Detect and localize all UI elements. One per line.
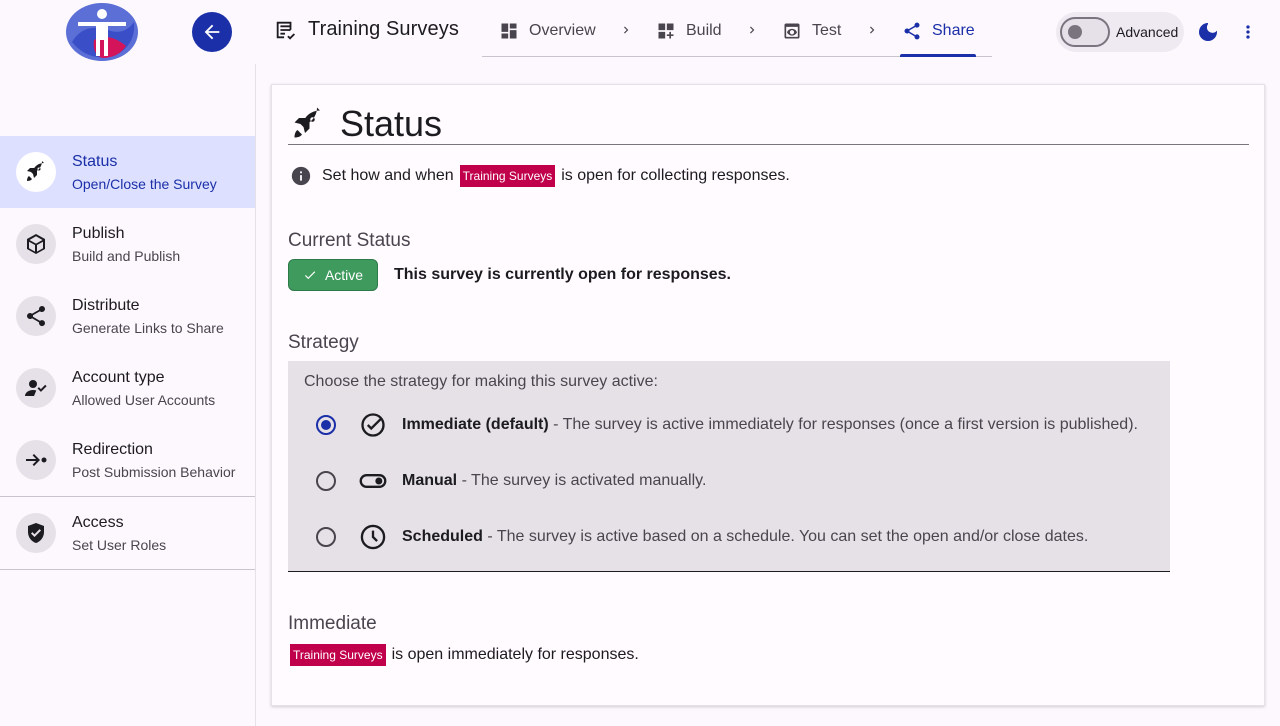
status-badge: Active [288, 259, 378, 291]
top-app-bar: Training Surveys Overview Build Test Sha… [0, 0, 1280, 64]
survey-icon [276, 21, 295, 40]
more-vert-icon [1246, 25, 1250, 39]
clock-icon [358, 522, 388, 552]
option-name: Manual [402, 472, 458, 489]
sidebar-item-title: Publish [72, 225, 125, 242]
sidebar-item-subtitle: Generate Links to Share [72, 320, 224, 336]
tab-build[interactable]: Build [656, 16, 722, 46]
status-badge-label: Active [324, 267, 364, 283]
check-circle-icon [358, 410, 388, 440]
advanced-toggle[interactable]: Advanced [1056, 12, 1184, 52]
status-message: This survey is currently open for respon… [394, 266, 731, 283]
survey-name-chip: Training Surveys [459, 165, 556, 187]
back-button[interactable] [192, 12, 232, 52]
strategy-option-scheduled[interactable]: Scheduled - The survey is active based o… [316, 522, 1088, 552]
sidebar-item-access[interactable]: Access Set User Roles [0, 497, 255, 569]
share-icon [16, 296, 56, 336]
sidebar-item-title: Status [72, 153, 118, 170]
tab-share[interactable]: Share [902, 16, 975, 46]
sidebar-item-subtitle: Set User Roles [72, 537, 167, 553]
arrow-left-icon [204, 24, 220, 40]
current-status-title: Current Status [288, 230, 411, 251]
sidebar-item-redirection[interactable]: Redirection Post Submission Behavior [0, 424, 255, 496]
strategy-option-manual[interactable]: Manual - The survey is activated manuall… [316, 466, 706, 496]
tab-overview-label: Overview [529, 22, 596, 39]
active-tab-indicator [900, 54, 976, 57]
immediate-suffix: is open immediately for responses. [391, 646, 639, 663]
toggle-icon [358, 466, 388, 496]
option-text: Scheduled - The survey is active based o… [402, 528, 1088, 546]
dashboard-icon [501, 23, 517, 39]
rocket-icon [16, 152, 56, 192]
immediate-title: Immediate [288, 613, 377, 634]
sidebar-item-subtitle: Post Submission Behavior [72, 464, 236, 480]
redirect-icon [16, 440, 56, 480]
sidebar-item-status[interactable]: Status Open/Close the Survey [0, 136, 255, 208]
info-prefix: Set how and when [322, 167, 454, 184]
dashboard-add-icon [658, 23, 674, 39]
tab-build-label: Build [686, 22, 722, 39]
info-suffix: is open for collecting responses. [561, 167, 790, 184]
sidebar-item-subtitle: Open/Close the Survey [72, 176, 217, 192]
option-desc: - The survey is active based on a schedu… [482, 528, 1089, 545]
option-desc: - The survey is active immediately for r… [548, 416, 1138, 433]
strategy-title: Strategy [288, 332, 359, 353]
info-line: Set how and when Training Surveys is ope… [290, 165, 790, 187]
sidebar-item-title: Access [72, 514, 124, 531]
sidebar-divider [0, 569, 255, 570]
chevron-right-icon [750, 26, 755, 34]
more-menu-button[interactable] [1238, 20, 1258, 49]
rocket-icon [294, 107, 320, 138]
strategy-panel: Choose the strategy for making this surv… [288, 361, 1170, 572]
option-name: Scheduled [402, 528, 483, 545]
radio-scheduled[interactable] [316, 527, 336, 547]
preview-icon [784, 23, 800, 39]
sidebar: Status Open/Close the Survey Publish Bui… [0, 64, 256, 726]
sidebar-item-title: Redirection [72, 441, 153, 458]
chevron-right-icon [870, 26, 875, 34]
option-text: Manual - The survey is activated manuall… [402, 472, 706, 490]
share-icon [904, 22, 920, 40]
info-icon [291, 166, 311, 186]
check-icon [304, 271, 316, 280]
page-heading: Status [290, 103, 442, 145]
tab-share-label: Share [932, 22, 975, 39]
app-logo[interactable] [64, 2, 140, 62]
step-navigation: Overview Build Test Share [482, 6, 992, 57]
radio-immediate[interactable] [316, 415, 336, 435]
page-title: Status [340, 103, 443, 144]
app-title: Training Surveys [308, 18, 459, 40]
person-check-icon [16, 368, 56, 408]
sidebar-item-subtitle: Build and Publish [72, 248, 181, 264]
sidebar-item-account-type[interactable]: Account type Allowed User Accounts [0, 352, 255, 424]
app-title-group: Training Surveys [274, 18, 459, 41]
radio-manual[interactable] [316, 471, 336, 491]
strategy-prompt: Choose the strategy for making this surv… [304, 373, 658, 390]
strategy-option-immediate[interactable]: Immediate (default) - The survey is acti… [316, 410, 1138, 440]
sidebar-item-subtitle: Allowed User Accounts [72, 392, 216, 408]
immediate-line: Training Surveys is open immediately for… [290, 644, 639, 666]
advanced-switch[interactable] [1060, 17, 1110, 47]
heading-divider [288, 144, 1249, 145]
dark-mode-button[interactable] [1196, 20, 1220, 49]
shield-check-icon [16, 513, 56, 553]
advanced-label: Advanced [1116, 24, 1179, 40]
package-icon [16, 224, 56, 264]
sidebar-item-publish[interactable]: Publish Build and Publish [0, 208, 255, 280]
option-text: Immediate (default) - The survey is acti… [402, 416, 1138, 434]
option-desc: - The survey is activated manually. [457, 472, 707, 489]
tab-overview[interactable]: Overview [499, 16, 596, 46]
option-name: Immediate (default) [402, 416, 549, 433]
tab-test[interactable]: Test [782, 16, 841, 46]
sidebar-item-title: Account type [72, 369, 165, 386]
survey-name-chip: Training Surveys [290, 644, 386, 666]
tab-test-label: Test [812, 22, 842, 39]
moon-icon [1199, 23, 1217, 41]
chevron-right-icon [624, 26, 629, 34]
status-card: Status Set how and when Training Surveys… [271, 84, 1265, 706]
sidebar-item-title: Distribute [72, 297, 140, 314]
sidebar-item-distribute[interactable]: Distribute Generate Links to Share [0, 280, 255, 352]
